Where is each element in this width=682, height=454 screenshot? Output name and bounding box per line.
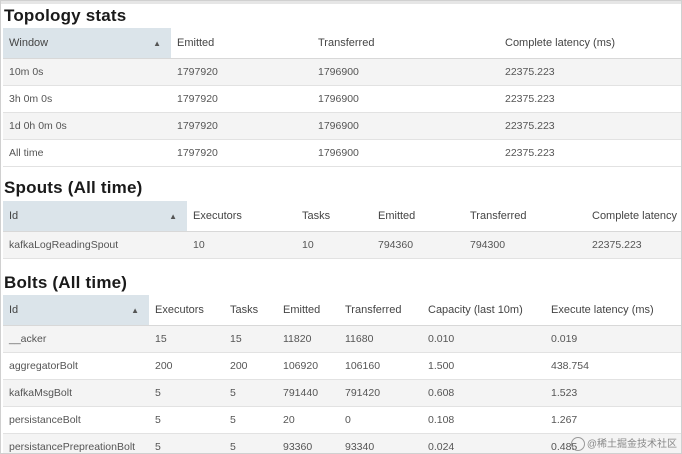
- bolt-id-link[interactable]: persistancePrepreationBolt: [3, 433, 149, 453]
- window-cell: All time: [3, 139, 171, 167]
- spout-id-link[interactable]: kafkaLogReadingSpout: [3, 231, 187, 259]
- sort-asc-icon[interactable]: ▲: [131, 306, 139, 315]
- spouts-table: Id ▲ Executors Tasks Emitted Transferred …: [3, 201, 681, 259]
- column-header-executors[interactable]: Executors: [187, 201, 296, 232]
- column-header-id[interactable]: Id ▲: [3, 295, 149, 326]
- table-row: __acker 15 15 11820 11680 0.010 0.019: [3, 325, 681, 353]
- capacity-cell: 0.010: [422, 325, 545, 353]
- column-header-window[interactable]: Window ▲: [3, 28, 171, 59]
- table-row: All time 1797920 1796900 22375.223: [3, 139, 681, 167]
- transferred-cell: 1796900: [312, 85, 499, 113]
- emitted-cell: 11820: [277, 325, 339, 353]
- execute-latency-cell: 1.523: [545, 379, 681, 407]
- column-header-transferred[interactable]: Transferred: [464, 201, 586, 232]
- tasks-cell: 10: [296, 231, 372, 259]
- bolt-id-link[interactable]: aggregatorBolt: [3, 352, 149, 380]
- window-cell: 1d 0h 0m 0s: [3, 112, 171, 140]
- column-header-complete-latency[interactable]: Complete latency (ms): [499, 28, 681, 59]
- spouts-header-row: Id ▲ Executors Tasks Emitted Transferred …: [3, 201, 681, 232]
- column-header-transferred[interactable]: Transferred: [339, 295, 422, 326]
- emitted-cell: 106920: [277, 352, 339, 380]
- tasks-cell: 200: [224, 352, 277, 380]
- column-header-executors[interactable]: Executors: [149, 295, 224, 326]
- column-header-complete-latency[interactable]: Complete latency: [586, 201, 681, 232]
- transferred-cell: 11680: [339, 325, 422, 353]
- table-row: aggregatorBolt 200 200 106920 106160 1.5…: [3, 352, 681, 380]
- execute-latency-cell: 0.019: [545, 325, 681, 353]
- latency-cell: 22375.223: [499, 112, 681, 140]
- window-cell: 3h 0m 0s: [3, 85, 171, 113]
- executors-cell: 15: [149, 325, 224, 353]
- emitted-cell: 791440: [277, 379, 339, 407]
- table-row: kafkaMsgBolt 5 5 791440 791420 0.608 1.5…: [3, 379, 681, 407]
- column-header-capacity[interactable]: Capacity (last 10m): [422, 295, 545, 326]
- table-row: kafkaLogReadingSpout 10 10 794360 794300…: [3, 231, 681, 259]
- latency-cell: 22375.223: [499, 58, 681, 86]
- top-border: [1, 1, 681, 4]
- tasks-cell: 5: [224, 433, 277, 453]
- emitted-cell: 93360: [277, 433, 339, 453]
- sort-asc-icon[interactable]: ▲: [153, 39, 161, 48]
- latency-cell: 22375.223: [499, 139, 681, 167]
- transferred-cell: 0: [339, 406, 422, 434]
- emitted-cell: 20: [277, 406, 339, 434]
- capacity-cell: 1.500: [422, 352, 545, 380]
- column-header-emitted[interactable]: Emitted: [277, 295, 339, 326]
- emitted-cell: 794360: [372, 231, 464, 259]
- column-header-emitted[interactable]: Emitted: [372, 201, 464, 232]
- transferred-cell: 106160: [339, 352, 422, 380]
- capacity-cell: 0.108: [422, 406, 545, 434]
- bolt-id-link[interactable]: __acker: [3, 325, 149, 353]
- topology-stats-table: Window ▲ Emitted Transferred Complete lat…: [3, 28, 681, 167]
- bolts-header-row: Id ▲ Executors Tasks Emitted Transferred …: [3, 295, 681, 326]
- column-header-transferred[interactable]: Transferred: [312, 28, 499, 59]
- bolts-title: Bolts (All time): [4, 273, 128, 292]
- emitted-cell: 1797920: [171, 112, 312, 140]
- circle-logo-icon: [570, 437, 585, 451]
- execute-latency-cell: 1.267: [545, 406, 681, 434]
- transferred-cell: 1796900: [312, 112, 499, 140]
- executors-cell: 10: [187, 231, 296, 259]
- column-header-emitted[interactable]: Emitted: [171, 28, 312, 59]
- transferred-cell: 93340: [339, 433, 422, 453]
- screenshot-frame: Topology stats Window ▲ Emitted Transferr…: [0, 0, 682, 454]
- emitted-cell: 1797920: [171, 139, 312, 167]
- column-header-tasks[interactable]: Tasks: [224, 295, 277, 326]
- table-row: 10m 0s 1797920 1796900 22375.223: [3, 58, 681, 86]
- column-header-execute-latency[interactable]: Execute latency (ms): [545, 295, 681, 326]
- executors-cell: 5: [149, 379, 224, 407]
- tasks-cell: 5: [224, 406, 277, 434]
- column-header-tasks[interactable]: Tasks: [296, 201, 372, 232]
- bolts-table: Id ▲ Executors Tasks Emitted Transferred …: [3, 295, 681, 453]
- transferred-cell: 1796900: [312, 58, 499, 86]
- tasks-cell: 5: [224, 379, 277, 407]
- bolt-id-link[interactable]: kafkaMsgBolt: [3, 379, 149, 407]
- topology-stats-title: Topology stats: [4, 6, 127, 25]
- latency-cell: 22375.223: [499, 85, 681, 113]
- table-row: persistanceBolt 5 5 20 0 0.108 1.267: [3, 406, 681, 434]
- window-cell: 10m 0s: [3, 58, 171, 86]
- spouts-title: Spouts (All time): [4, 178, 143, 197]
- transferred-cell: 794300: [464, 231, 586, 259]
- bolt-id-link[interactable]: persistanceBolt: [3, 406, 149, 434]
- execute-latency-cell: 438.754: [545, 352, 681, 380]
- capacity-cell: 0.024: [422, 433, 545, 453]
- transferred-cell: 791420: [339, 379, 422, 407]
- watermark-text: @稀土掘金技术社区: [586, 438, 677, 450]
- executors-cell: 5: [149, 406, 224, 434]
- sort-asc-icon[interactable]: ▲: [169, 212, 177, 221]
- transferred-cell: 1796900: [312, 139, 499, 167]
- executors-cell: 5: [149, 433, 224, 453]
- emitted-cell: 1797920: [171, 58, 312, 86]
- table-row: 1d 0h 0m 0s 1797920 1796900 22375.223: [3, 112, 681, 140]
- tasks-cell: 15: [224, 325, 277, 353]
- latency-cell: 22375.223: [586, 231, 681, 259]
- topology-header-row: Window ▲ Emitted Transferred Complete lat…: [3, 28, 681, 59]
- column-header-id[interactable]: Id ▲: [3, 201, 187, 232]
- executors-cell: 200: [149, 352, 224, 380]
- capacity-cell: 0.608: [422, 379, 545, 407]
- watermark: @稀土掘金技术社区: [570, 435, 677, 451]
- table-row: 3h 0m 0s 1797920 1796900 22375.223: [3, 85, 681, 113]
- emitted-cell: 1797920: [171, 85, 312, 113]
